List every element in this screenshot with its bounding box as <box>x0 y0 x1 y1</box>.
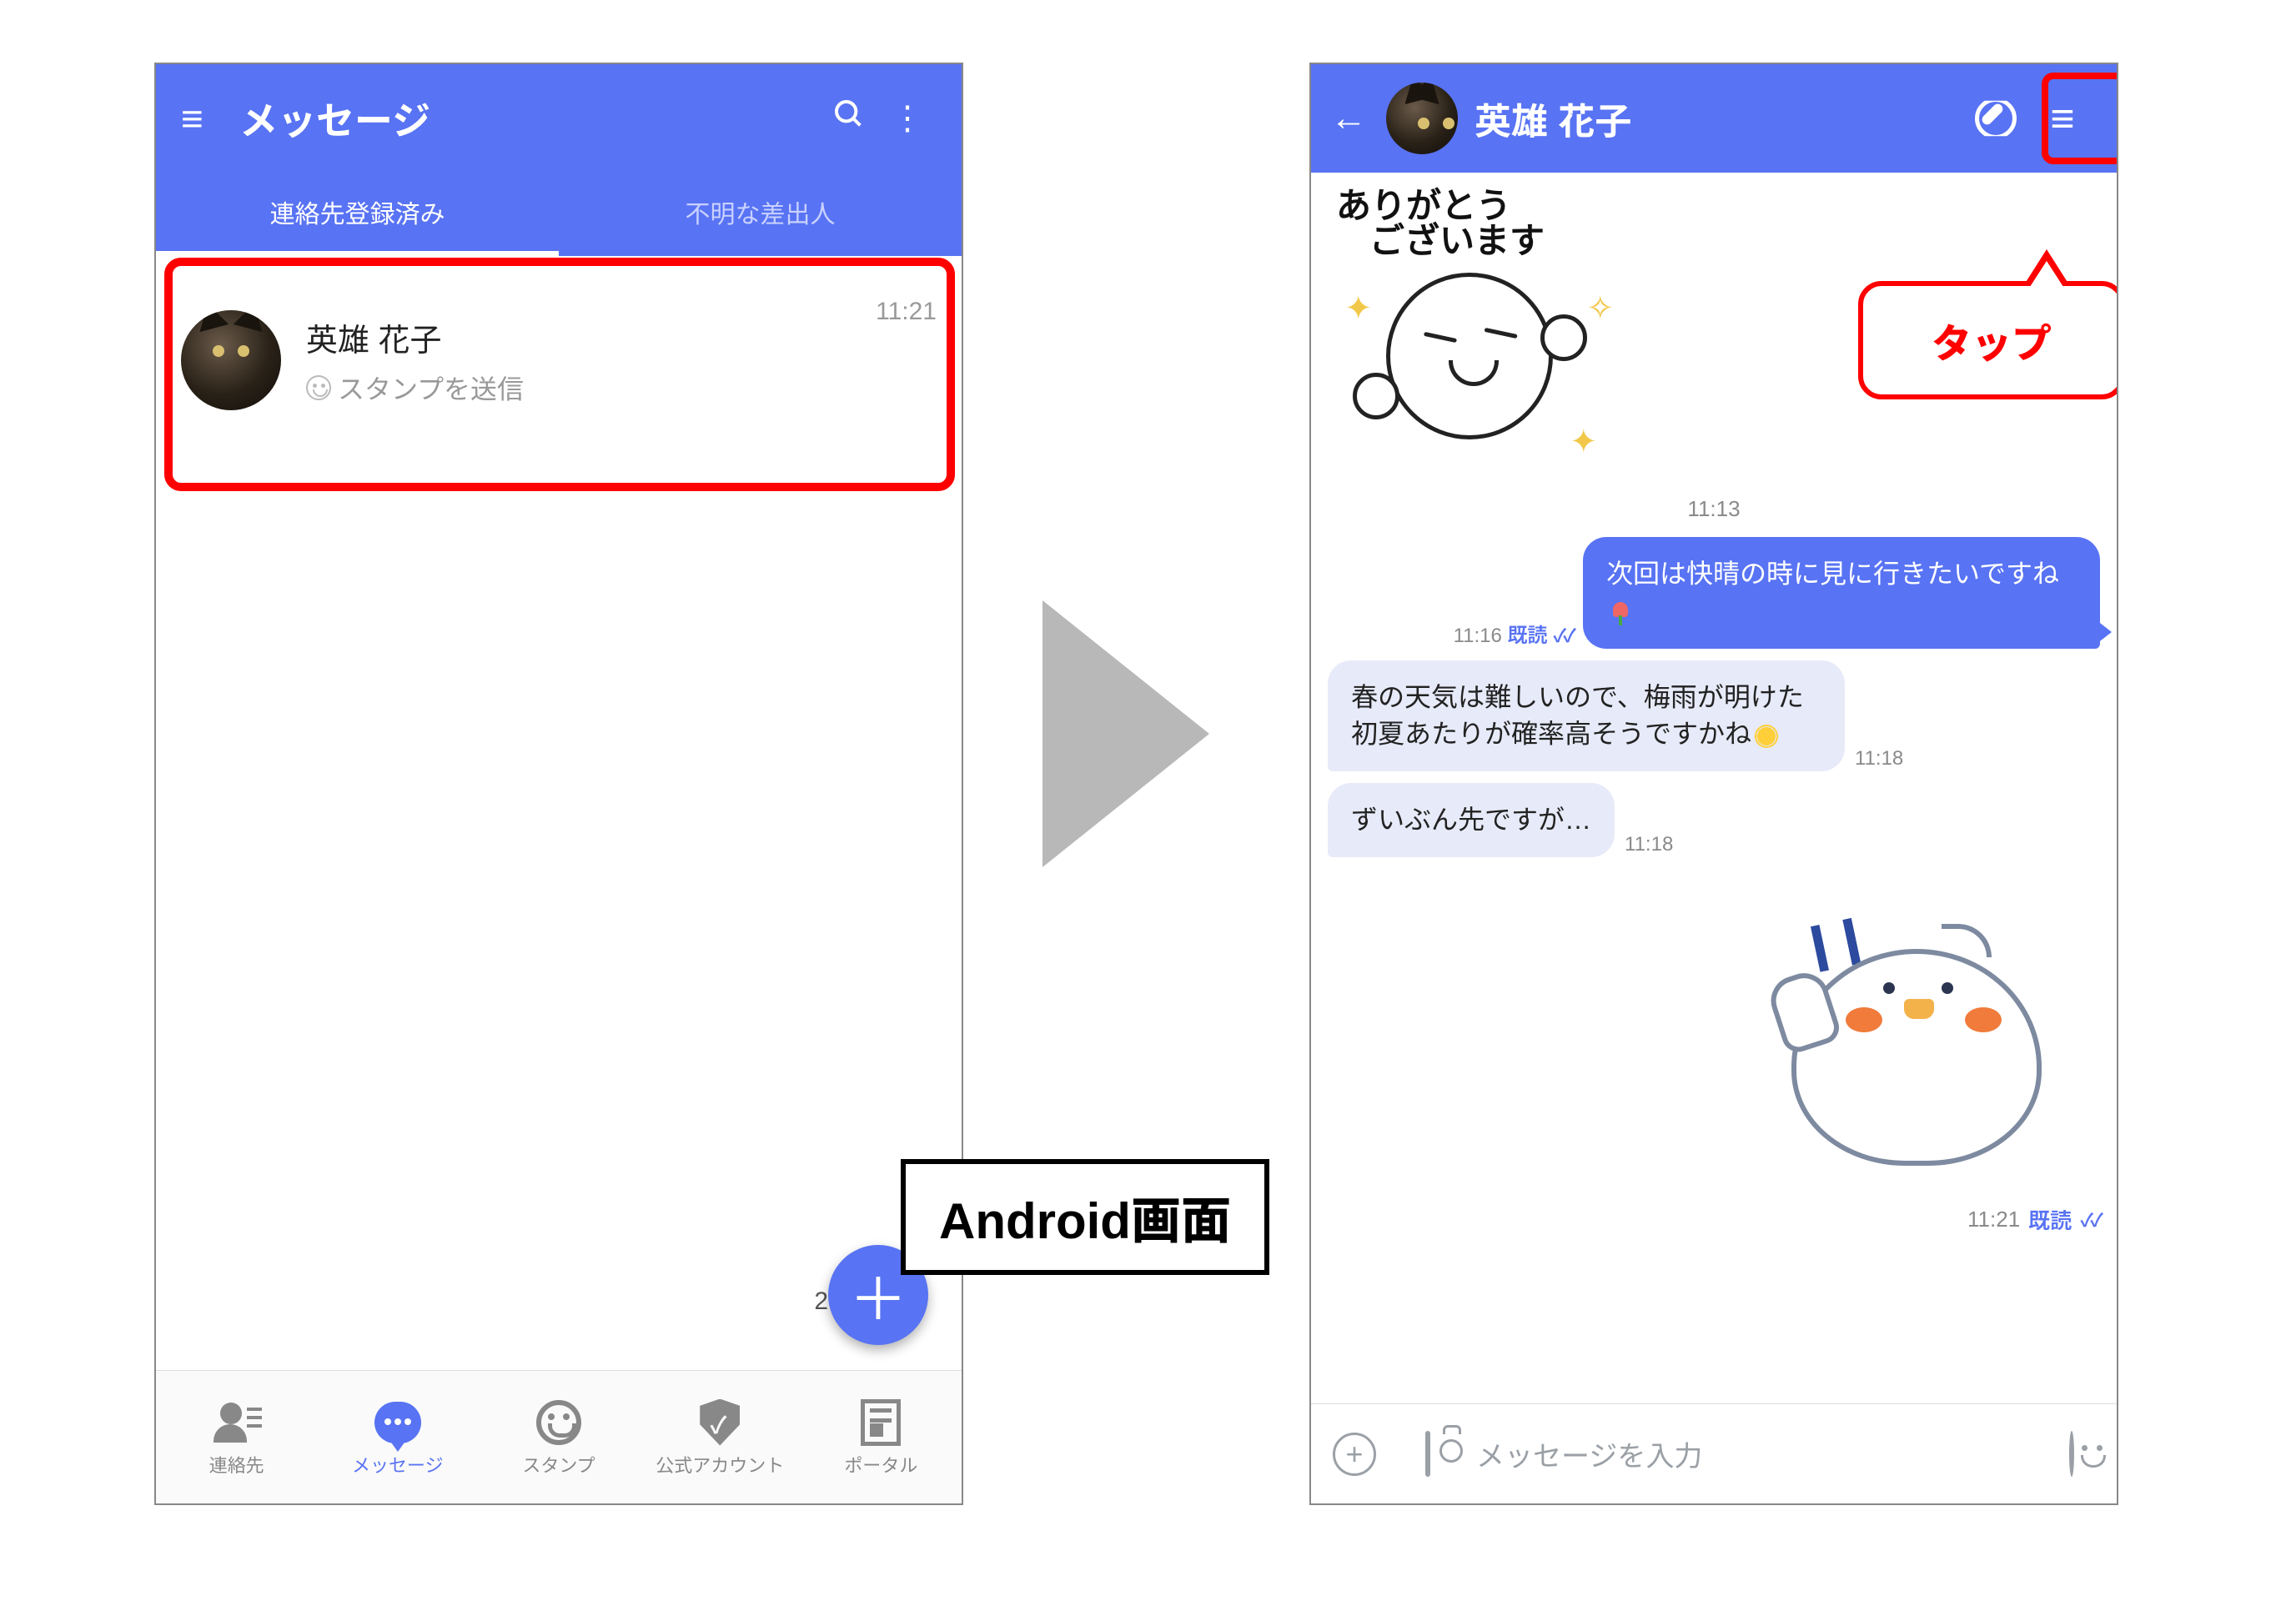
conversation-timestamp: 11:21 <box>876 298 937 326</box>
nav-contacts[interactable]: 連絡先 <box>156 1371 317 1503</box>
last-message-preview: スタンプを送信 <box>306 369 937 407</box>
incoming-message-bubble[interactable]: ずいぶん先ですが… <box>1328 783 1615 857</box>
sparkle-icon: ✦ <box>1570 423 1598 461</box>
chat-menu-icon[interactable]: ≡ <box>2025 81 2100 156</box>
message-timestamp: 11:18 <box>1625 833 1673 857</box>
message-text-input[interactable]: メッセージを入力 <box>1476 1433 2023 1474</box>
received-sticker-thanks: ありがとう ございます ✦ ✧ ✦ <box>1336 189 1670 481</box>
sticker-indicator-icon <box>306 375 331 400</box>
fab-count-badge: 2 <box>814 1287 828 1316</box>
official-account-icon <box>700 1399 740 1446</box>
sun-emoji-icon <box>1755 725 1778 748</box>
nav-portal[interactable]: ポータル <box>801 1371 962 1503</box>
messages-icon <box>374 1402 421 1443</box>
camera-icon[interactable] <box>1404 1433 1451 1475</box>
tab-unknown-senders[interactable]: 不明な差出人 <box>559 173 962 256</box>
sticker-character <box>1386 273 1553 439</box>
outgoing-message-row: 11:16 既読 ✓✓ 次回は快晴の時に見に行きたいですね <box>1328 537 2100 649</box>
chat-contact-avatar[interactable] <box>1386 83 1458 154</box>
sparkle-icon: ✧ <box>1586 289 1615 328</box>
nav-official-accounts[interactable]: 公式アカウント <box>640 1371 801 1503</box>
nav-stamps[interactable]: スタンプ <box>478 1371 639 1503</box>
sent-sticker-bird-thumbsup: ❙❙ <box>1733 882 2100 1199</box>
emoji-picker-icon[interactable] <box>2048 1433 2095 1475</box>
app-header: ≡ メッセージ ⋮ <box>156 64 962 173</box>
voice-call-icon[interactable] <box>1975 98 2008 139</box>
outgoing-message-bubble[interactable]: 次回は快晴の時に見に行きたいですね <box>1583 537 2100 649</box>
bottom-navigation: 連絡先 メッセージ スタンプ 公式アカウント ポータル <box>156 1370 962 1503</box>
back-icon[interactable]: ← <box>1328 98 1369 139</box>
contact-avatar <box>181 310 281 410</box>
incoming-message-row: 春の天気は難しいので、梅雨が明けた初夏あたりが確率高そうですかね 11:18 <box>1328 660 2100 772</box>
incoming-message-row: ずいぶん先ですが… 11:18 <box>1328 783 2100 857</box>
incoming-message-bubble[interactable]: 春の天気は難しいので、梅雨が明けた初夏あたりが確率高そうですかね <box>1328 660 1845 772</box>
sticker-meta: 11:21 既読 ✓✓ <box>1328 1204 2100 1235</box>
chat-input-bar: + メッセージを入力 <box>1311 1403 2117 1503</box>
chat-contact-name: 英雄 花子 <box>1475 92 1958 145</box>
chat-message-area[interactable]: ありがとう ございます ✦ ✧ ✦ 11:13 11:16 既読 ✓✓ 次回は快… <box>1311 173 2117 1403</box>
contact-name: 英雄 花子 <box>306 314 937 360</box>
timestamp-divider: 11:13 <box>1328 496 2100 522</box>
attach-icon[interactable]: + <box>1333 1433 1379 1476</box>
conversation-row[interactable]: 英雄 花子 スタンプを送信 11:21 <box>156 281 962 439</box>
nav-messages[interactable]: メッセージ <box>317 1371 478 1503</box>
more-options-icon[interactable]: ⋮ <box>878 99 937 138</box>
sparkle-icon: ✦ <box>1344 289 1373 328</box>
flow-arrow-icon <box>1042 600 1209 867</box>
platform-label: Android画面 <box>901 1159 1269 1275</box>
search-icon[interactable] <box>820 98 878 139</box>
stamps-icon <box>536 1400 581 1445</box>
chat-header: ← 英雄 花子 ≡ <box>1311 64 2117 173</box>
hamburger-menu-icon[interactable]: ≡ <box>181 99 223 138</box>
tulip-emoji-icon <box>1610 600 1631 625</box>
message-filter-tabs: 連絡先登録済み 不明な差出人 <box>156 173 962 256</box>
message-timestamp: 11:18 <box>1855 747 1903 771</box>
tab-registered-contacts[interactable]: 連絡先登録済み <box>156 173 559 256</box>
message-meta: 11:16 既読 ✓✓ <box>1454 625 1573 649</box>
portal-icon <box>861 1399 901 1446</box>
messages-list-screen: ≡ メッセージ ⋮ 連絡先登録済み 不明な差出人 英雄 花子 スタンプを送信 1… <box>154 63 963 1505</box>
screen-title: メッセージ <box>223 91 820 146</box>
contacts-icon <box>214 1399 260 1446</box>
chat-screen: ← 英雄 花子 ≡ タップ ありがとう ございます ✦ ✧ ✦ 11:13 11… <box>1309 63 2118 1505</box>
